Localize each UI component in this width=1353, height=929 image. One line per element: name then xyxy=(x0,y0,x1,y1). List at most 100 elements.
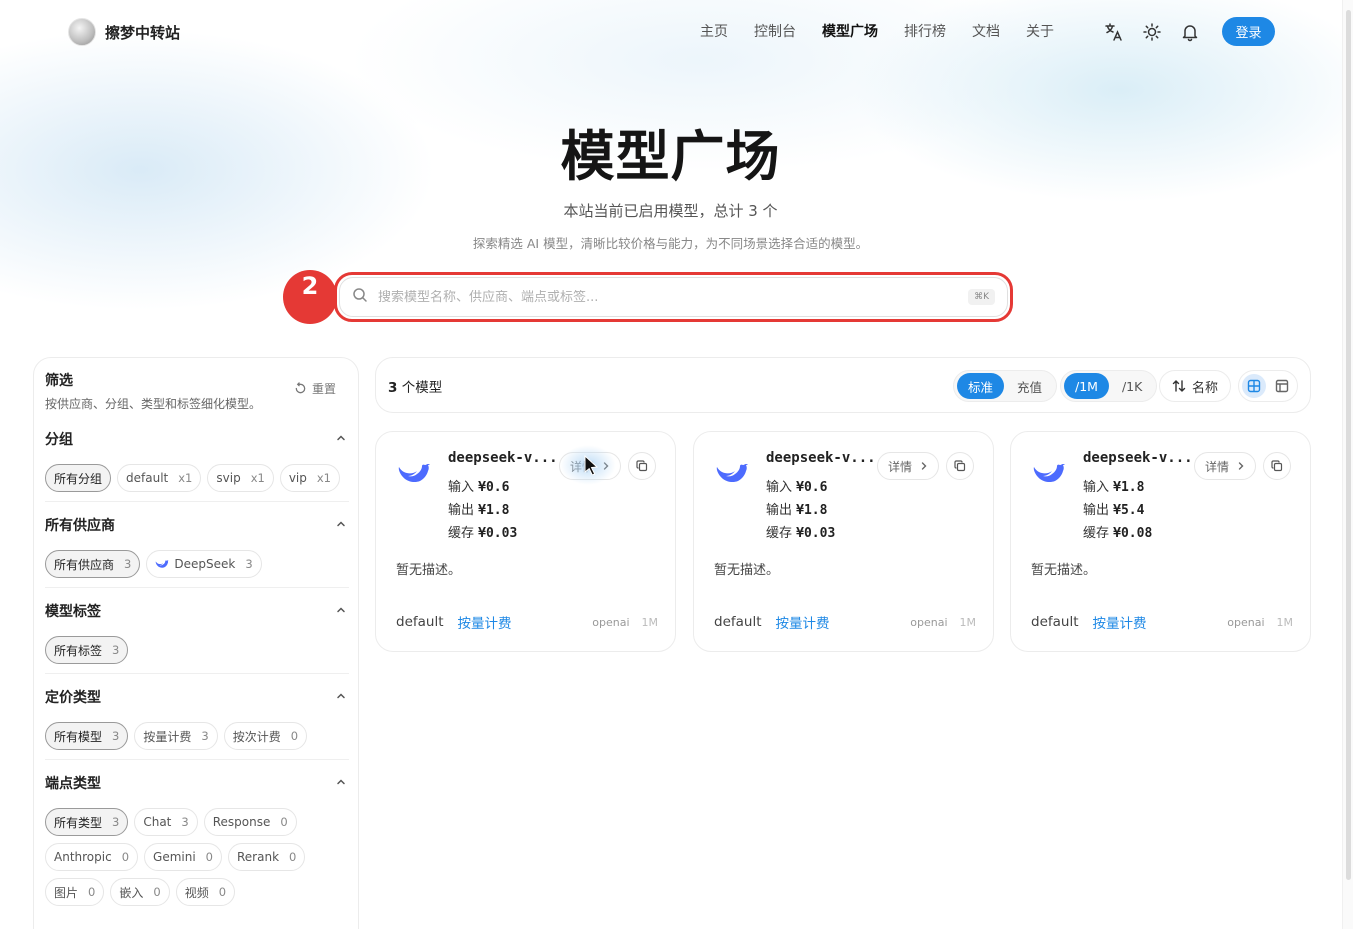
billing-tag: 按量计费 xyxy=(775,616,830,632)
model-count: 3 个模型 xyxy=(388,380,443,396)
page-scrollbar[interactable] xyxy=(1342,0,1353,929)
search-shortcut-badge: ⌘K xyxy=(968,289,995,305)
price-list: 输入 ¥0.6 输出 ¥1.8 缓存 ¥0.03 xyxy=(766,480,836,541)
price-unit-1k[interactable]: /1K xyxy=(1111,373,1153,399)
table-view-icon[interactable] xyxy=(1270,374,1294,398)
deepseek-logo-icon xyxy=(398,464,430,483)
scrollbar-thumb[interactable] xyxy=(1346,10,1351,880)
copy-button[interactable] xyxy=(946,452,974,480)
detail-button[interactable]: 详情 xyxy=(1194,452,1257,480)
mouse-cursor-icon xyxy=(584,455,599,475)
model-card[interactable]: deepseek-v... 详情 输入 ¥1.8 输出 ¥5.4 缓存 ¥0.0… xyxy=(1010,431,1311,652)
section-title: 分组 xyxy=(45,432,73,448)
main-nav: 主页 控制台 模型广场 排行榜 文档 关于 xyxy=(700,20,1054,44)
model-name: deepseek-v... xyxy=(1083,450,1191,466)
model-card[interactable]: deepseek-v... 详情 输入 ¥0.6 输出 ¥1.8 缓存 ¥0.0… xyxy=(375,431,676,652)
price-list: 输入 ¥0.6 输出 ¥1.8 缓存 ¥0.03 xyxy=(448,480,518,541)
chevron-right-icon xyxy=(1238,462,1244,470)
chip-all-types[interactable]: 所有类型 3 xyxy=(45,808,129,836)
login-button[interactable]: 登录 xyxy=(1222,17,1275,46)
copy-icon xyxy=(954,460,966,472)
sort-icon xyxy=(1172,380,1186,392)
chip-endpoint-chat[interactable]: Chat 3 xyxy=(134,808,198,836)
price-mode-standard[interactable]: 标准 xyxy=(957,373,1005,399)
group-tag: default xyxy=(1031,614,1079,630)
chip-provider-deepseek[interactable]: DeepSeek 3 xyxy=(146,550,262,578)
endpoint-tag: openai xyxy=(1227,615,1265,629)
chip-endpoint-gemini[interactable]: Gemini 0 xyxy=(144,843,222,871)
chevron-up-icon[interactable] xyxy=(335,518,347,533)
filter-section-pricing: 定价类型 所有模型 3 按量计费 3 按次计费 0 xyxy=(45,688,349,750)
chip-group-svip[interactable]: svip x1 xyxy=(207,464,274,492)
chevron-up-icon[interactable] xyxy=(335,432,347,447)
bell-icon[interactable] xyxy=(1180,22,1200,42)
copy-button[interactable] xyxy=(1263,452,1291,480)
sort-label: 名称 xyxy=(1192,380,1219,396)
nav-item-model-square[interactable]: 模型广场 xyxy=(822,20,878,44)
search-bar[interactable]: ⌘K xyxy=(339,277,1008,317)
header-actions xyxy=(1104,20,1200,44)
filter-title: 筛选 xyxy=(45,373,73,389)
chip-group-vip[interactable]: vip x1 xyxy=(279,464,340,492)
unit-tag: 1M xyxy=(959,615,977,629)
chip-endpoint-embedding[interactable]: 嵌入 0 xyxy=(110,878,170,906)
price-mode-toggle: 标准 充值 xyxy=(953,370,1058,402)
chip-all-tags[interactable]: 所有标签 3 xyxy=(45,636,129,664)
price-mode-recharge[interactable]: 充值 xyxy=(1006,373,1053,399)
nav-item-console[interactable]: 控制台 xyxy=(754,20,796,44)
reset-button[interactable]: 重置 xyxy=(294,380,336,397)
section-divider xyxy=(45,673,349,674)
view-toggle xyxy=(1238,370,1298,402)
nav-item-home[interactable]: 主页 xyxy=(700,20,728,44)
model-name: deepseek-v... xyxy=(766,450,874,466)
model-card[interactable]: deepseek-v... 详情 输入 ¥0.6 输出 ¥1.8 缓存 ¥0.0… xyxy=(693,431,994,652)
detail-button[interactable]: 详情 xyxy=(877,452,940,480)
sort-button[interactable]: 名称 xyxy=(1159,370,1232,402)
chevron-up-icon[interactable] xyxy=(335,604,347,619)
brand-logo xyxy=(68,18,96,46)
filter-section-endpoints: 端点类型 所有类型 3 Chat 3 Response 0 Anthropic 0 Ge… xyxy=(45,774,349,906)
price-unit-1m[interactable]: /1M xyxy=(1064,373,1109,399)
search-input[interactable] xyxy=(378,289,959,305)
chip-endpoint-rerank[interactable]: Rerank 0 xyxy=(228,843,306,871)
model-description: 暂无描述。 xyxy=(396,563,462,578)
chip-all-providers[interactable]: 所有供应商 3 xyxy=(45,550,141,578)
chip-group-default[interactable]: default x1 xyxy=(117,464,202,492)
page-subtitle: 本站当前已启用模型，总计 3 个 xyxy=(563,202,778,220)
nav-item-docs[interactable]: 文档 xyxy=(972,20,1000,44)
search-icon xyxy=(352,287,368,307)
brand[interactable]: 擦梦中转站 xyxy=(68,18,180,46)
grid-view-icon[interactable] xyxy=(1242,374,1266,398)
price-unit-toggle: /1M /1K xyxy=(1060,370,1158,402)
filter-sidebar: 筛选 按供应商、分组、类型和标签细化模型。 重置 分组 所有分组 default… xyxy=(33,357,359,929)
chip-all-groups[interactable]: 所有分组 xyxy=(45,464,112,492)
deepseek-logo-icon xyxy=(716,464,748,483)
unit-tag: 1M xyxy=(1276,615,1294,629)
nav-item-about[interactable]: 关于 xyxy=(1026,20,1054,44)
billing-tag: 按量计费 xyxy=(457,616,512,632)
sun-icon[interactable] xyxy=(1142,22,1162,42)
chip-endpoint-response[interactable]: Response 0 xyxy=(203,808,297,836)
translate-icon[interactable] xyxy=(1104,22,1124,42)
chevron-up-icon[interactable] xyxy=(335,776,347,791)
copy-icon xyxy=(636,460,648,472)
section-divider xyxy=(45,587,349,588)
chip-pricing-per-call[interactable]: 按次计费 0 xyxy=(223,722,308,750)
chip-endpoint-anthropic[interactable]: Anthropic 0 xyxy=(45,843,139,871)
reset-label: 重置 xyxy=(312,382,337,396)
model-description: 暂无描述。 xyxy=(1031,563,1097,578)
chip-all-models[interactable]: 所有模型 3 xyxy=(45,722,129,750)
chevron-up-icon[interactable] xyxy=(335,690,347,705)
nav-item-leaderboard[interactable]: 排行榜 xyxy=(904,20,946,44)
chip-endpoint-video[interactable]: 视频 0 xyxy=(175,878,236,906)
billing-tag: 按量计费 xyxy=(1092,616,1147,632)
section-title: 所有供应商 xyxy=(45,518,115,534)
copy-button[interactable] xyxy=(628,452,656,480)
chip-pricing-usage[interactable]: 按量计费 3 xyxy=(134,722,218,750)
section-title: 模型标签 xyxy=(45,604,101,620)
model-description: 暂无描述。 xyxy=(714,563,780,578)
card-footer: default 按量计费 openai 1M xyxy=(1031,612,1293,632)
results-toolbar: 3 个模型 标准 充值 /1M /1K 名称 xyxy=(375,357,1311,413)
chip-endpoint-image[interactable]: 图片 0 xyxy=(45,878,105,906)
deepseek-logo-icon xyxy=(156,560,169,568)
